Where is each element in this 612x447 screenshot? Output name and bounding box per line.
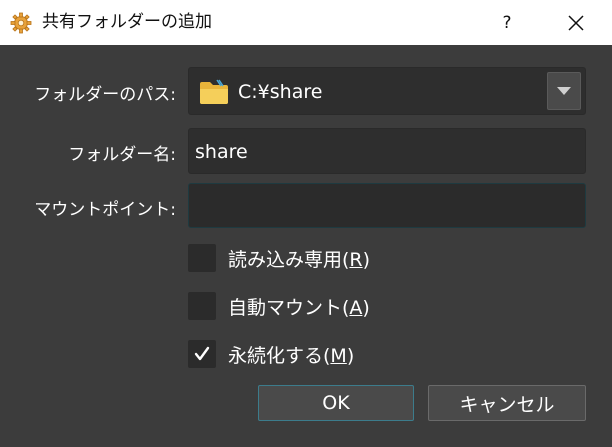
folder-name-label: フォルダー名: xyxy=(68,145,176,165)
folder-name-input[interactable]: share xyxy=(188,128,586,174)
dialog-title: 共有フォルダーの追加 xyxy=(42,12,212,32)
read-only-option[interactable]: 読み込み専用(R) xyxy=(188,244,370,272)
folder-icon xyxy=(199,79,229,105)
read-only-label: 読み込み専用(R) xyxy=(228,248,371,271)
folder-path-combobox[interactable]: C:¥share xyxy=(188,67,586,115)
close-button[interactable] xyxy=(552,0,600,45)
folder-path-value: C:¥share xyxy=(238,81,323,103)
folder-path-label: フォルダーのパス: xyxy=(34,85,176,105)
close-icon xyxy=(568,14,584,31)
chevron-down-icon xyxy=(557,87,571,95)
ok-button[interactable]: OK xyxy=(258,385,414,421)
title-bar: 共有フォルダーの追加 ? xyxy=(0,0,612,45)
checkmark-icon xyxy=(194,346,210,361)
read-only-checkbox[interactable] xyxy=(188,244,216,272)
shared-folder-dialog: 共有フォルダーの追加 ? フォルダーのパス: C:¥share フォルダー名: xyxy=(0,0,612,447)
auto-mount-checkbox[interactable] xyxy=(188,292,216,320)
folder-name-value: share xyxy=(195,141,248,163)
auto-mount-option[interactable]: 自動マウント(A) xyxy=(188,292,370,320)
mount-point-label: マウントポイント: xyxy=(34,200,176,220)
gear-icon xyxy=(10,12,32,34)
make-permanent-label: 永続化する(M) xyxy=(228,344,355,367)
dropdown-button[interactable] xyxy=(547,72,581,110)
auto-mount-label: 自動マウント(A) xyxy=(228,296,370,319)
help-button[interactable]: ? xyxy=(488,0,526,45)
make-permanent-checkbox[interactable] xyxy=(188,340,216,368)
make-permanent-option[interactable]: 永続化する(M) xyxy=(188,340,354,368)
cancel-button[interactable]: キャンセル xyxy=(428,385,586,421)
mount-point-input[interactable] xyxy=(188,183,586,228)
